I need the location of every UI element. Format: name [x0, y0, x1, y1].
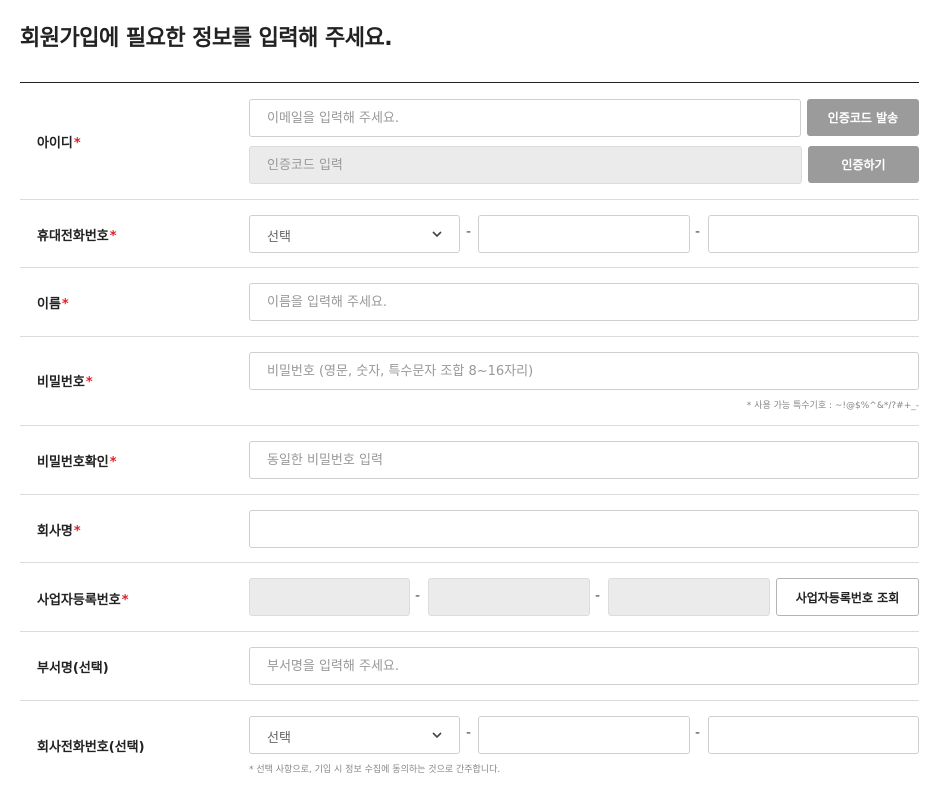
verify-button[interactable]: 인증하기: [808, 146, 919, 183]
name-field[interactable]: [249, 283, 919, 321]
dash-separator: -: [695, 224, 701, 240]
password-confirm-input[interactable]: [250, 442, 918, 478]
password-confirm-field[interactable]: [249, 441, 919, 479]
company-phone-middle-input[interactable]: [479, 717, 689, 753]
department-input[interactable]: [250, 648, 918, 684]
page-title: 회원가입에 필요한 정보를 입력해 주세요.: [20, 26, 393, 51]
row-id: 아이디* 인증코드 발송 인증하기: [20, 83, 919, 200]
label-company: 회사명*: [37, 524, 81, 539]
label-name: 이름*: [37, 297, 69, 312]
label-mobile: 휴대전화번호*: [37, 229, 117, 244]
business-number-part3[interactable]: [608, 578, 770, 616]
label-company-phone: 회사전화번호(선택): [37, 740, 145, 755]
company-phone-prefix-value: 선택: [267, 731, 291, 746]
label-password-confirm: 비밀번호확인*: [37, 455, 117, 470]
mobile-prefix-value: 선택: [267, 230, 291, 245]
send-code-button[interactable]: 인증코드 발송: [807, 99, 919, 136]
company-phone-last-field[interactable]: [708, 716, 919, 754]
business-number-lookup-button[interactable]: 사업자등록번호 조회: [776, 578, 919, 616]
name-input[interactable]: [250, 284, 918, 320]
row-company-phone: 회사전화번호(선택) 선택 - - * 선택 사항으로, 기입 시 정보 수집에…: [20, 701, 919, 786]
row-business-number: 사업자등록번호* - - 사업자등록번호 조회: [20, 563, 919, 632]
dash-separator: -: [695, 725, 701, 741]
row-company: 회사명*: [20, 495, 919, 563]
company-field[interactable]: [249, 510, 919, 548]
row-password-confirm: 비밀번호확인*: [20, 426, 919, 495]
label-business-number: 사업자등록번호*: [37, 593, 129, 608]
required-mark: *: [109, 455, 117, 470]
mobile-middle-input[interactable]: [479, 216, 689, 252]
required-mark: *: [85, 375, 93, 390]
company-phone-hint: * 선택 사항으로, 기입 시 정보 수집에 동의하는 것으로 간주합니다.: [249, 765, 501, 775]
password-hint: * 사용 가능 특수기호 : ~!@$%^&*/?#+_-: [746, 401, 919, 411]
company-phone-prefix-select[interactable]: 선택: [249, 716, 460, 754]
verification-code-input[interactable]: [250, 147, 801, 183]
dash-separator: -: [466, 224, 472, 240]
row-name: 이름*: [20, 268, 919, 337]
mobile-last-field[interactable]: [708, 215, 919, 253]
company-input[interactable]: [250, 511, 918, 547]
email-input[interactable]: [250, 100, 800, 136]
password-field[interactable]: [249, 352, 919, 390]
mobile-prefix-select[interactable]: 선택: [249, 215, 460, 253]
mobile-middle-field[interactable]: [478, 215, 690, 253]
email-field[interactable]: [249, 99, 801, 137]
business-number-part1-input[interactable]: [250, 579, 409, 615]
row-mobile: 휴대전화번호* 선택 - -: [20, 200, 919, 268]
mobile-last-input[interactable]: [709, 216, 918, 252]
company-phone-middle-field[interactable]: [478, 716, 690, 754]
business-number-part2-input[interactable]: [429, 579, 589, 615]
business-number-part3-input[interactable]: [609, 579, 769, 615]
business-number-part2[interactable]: [428, 578, 590, 616]
company-phone-last-input[interactable]: [709, 717, 918, 753]
required-mark: *: [109, 229, 117, 244]
row-department: 부서명(선택): [20, 632, 919, 701]
required-mark: *: [121, 593, 129, 608]
chevron-down-icon: [432, 231, 442, 238]
dash-separator: -: [466, 725, 472, 741]
label-department: 부서명(선택): [37, 661, 109, 676]
dash-separator: -: [595, 588, 601, 604]
chevron-down-icon: [432, 732, 442, 739]
row-password: 비밀번호* * 사용 가능 특수기호 : ~!@$%^&*/?#+_-: [20, 337, 919, 426]
department-field[interactable]: [249, 647, 919, 685]
dash-separator: -: [415, 588, 421, 604]
label-id: 아이디*: [37, 136, 81, 151]
required-mark: *: [73, 136, 81, 151]
password-input[interactable]: [250, 353, 918, 389]
verification-code-field[interactable]: [249, 146, 802, 184]
required-mark: *: [61, 297, 69, 312]
business-number-part1[interactable]: [249, 578, 410, 616]
required-mark: *: [73, 524, 81, 539]
label-password: 비밀번호*: [37, 375, 93, 390]
